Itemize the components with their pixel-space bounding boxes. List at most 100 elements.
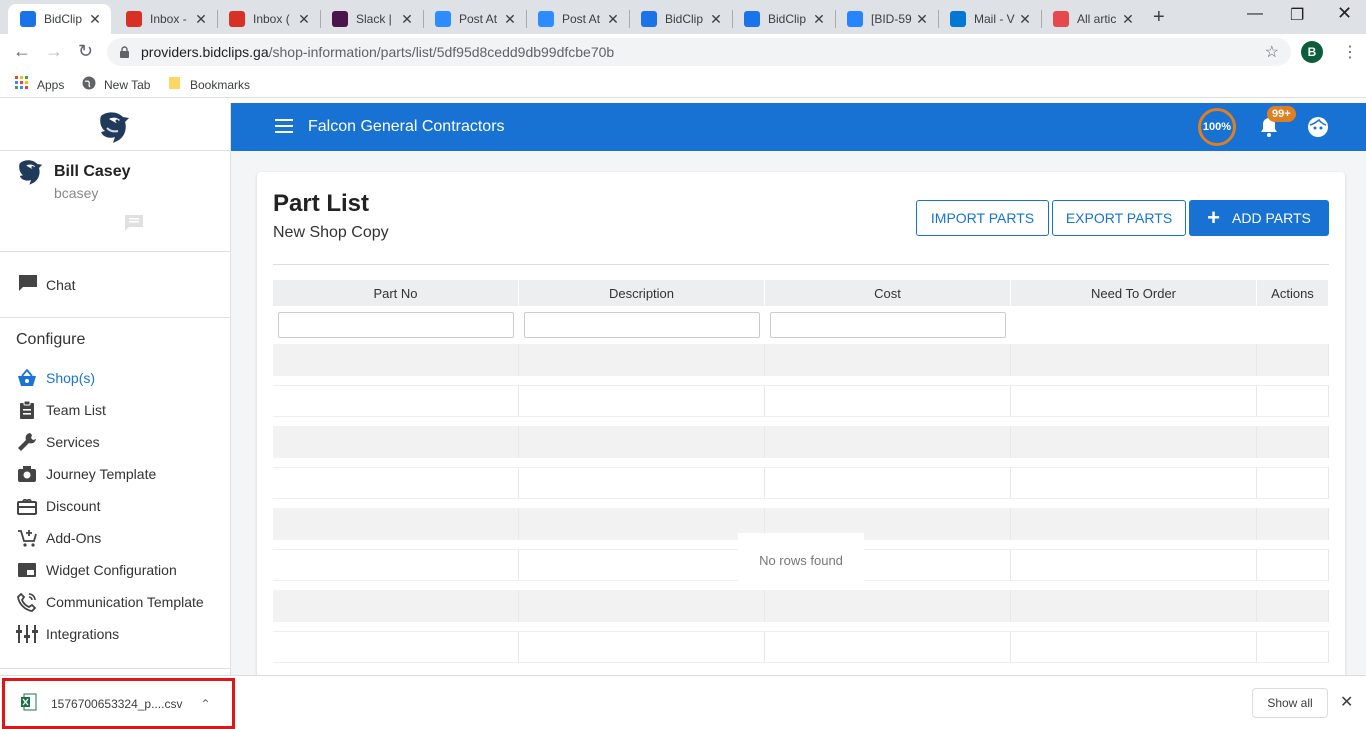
browser-tab[interactable]: All artic ✕	[1041, 4, 1144, 34]
browser-tab[interactable]: Slack | ✕	[320, 4, 423, 34]
cost-filter-input[interactable]	[770, 312, 1006, 338]
tab-label: All artic	[1077, 12, 1117, 26]
table-row	[273, 426, 1329, 458]
tab-close-icon[interactable]: ✕	[1120, 11, 1136, 28]
forward-arrow-icon[interactable]: →	[45, 41, 63, 62]
column-header-cost[interactable]: Cost	[765, 280, 1011, 306]
apps-grid-icon	[15, 76, 29, 93]
hamburger-menu-icon[interactable]	[275, 119, 293, 138]
chat-icon	[18, 274, 38, 295]
tab-close-icon[interactable]: ✕	[399, 11, 415, 28]
tab-close-icon[interactable]: ✕	[193, 11, 209, 28]
profile-completion-ring[interactable]: 100%	[1198, 108, 1236, 146]
browser-tab[interactable]: [BID-59 ✕	[835, 4, 938, 34]
downloads-bar: 1576700653324_p....csv ⌃ Show all ✕	[0, 675, 1366, 729]
sidebar-item-journey-template[interactable]: Journey Template	[0, 458, 230, 490]
address-bar[interactable]: providers.bidclips.ga/shop-information/p…	[107, 38, 1291, 66]
excel-file-icon	[21, 693, 37, 714]
sidebar-item-chat[interactable]: Chat	[0, 252, 230, 318]
grid-filter-row	[273, 306, 1329, 344]
export-parts-button[interactable]: EXPORT PARTS	[1052, 200, 1186, 236]
outlook-icon	[950, 11, 966, 27]
avatar[interactable]	[15, 157, 47, 192]
tab-label: Inbox (	[253, 12, 290, 26]
chevron-up-icon[interactable]: ⌃	[200, 697, 210, 711]
browser-tab[interactable]: Mail - V ✕	[938, 4, 1041, 34]
tab-close-icon[interactable]: ✕	[87, 11, 103, 28]
tab-close-icon[interactable]: ✕	[296, 11, 312, 28]
table-row	[273, 344, 1329, 376]
widget-icon	[16, 559, 38, 581]
close-icon[interactable]: ✕	[1340, 692, 1353, 712]
tab-close-icon[interactable]: ✕	[1017, 11, 1033, 28]
sidebar-item-label: Communication Template	[46, 594, 204, 610]
new-tab-button[interactable]: +	[1153, 6, 1165, 29]
sidebar-item-widget-configuration[interactable]: Widget Configuration	[0, 554, 230, 586]
gmail-icon	[229, 11, 245, 27]
tab-close-icon[interactable]: ✕	[914, 11, 930, 28]
tab-close-icon[interactable]: ✕	[708, 11, 724, 28]
sidebar-item-label: Chat	[46, 276, 76, 293]
account-face-icon[interactable]	[1307, 116, 1329, 143]
plus-icon: +	[1207, 205, 1220, 230]
sidebar-item-communication-template[interactable]: Communication Template	[0, 586, 230, 618]
browser-tab[interactable]: Post At ✕	[526, 4, 629, 34]
show-all-downloads-button[interactable]: Show all	[1252, 688, 1328, 718]
bookmark-folder[interactable]: Bookmarks	[168, 76, 250, 93]
app-logo[interactable]	[0, 103, 230, 151]
zoom-icon	[435, 11, 451, 27]
sidebar-item-shops[interactable]: Shop(s)	[0, 362, 230, 394]
bookmark-label: Bookmarks	[190, 77, 251, 92]
sidebar-item-integrations[interactable]: Integrations	[0, 618, 230, 650]
sidebar-item-label: Shop(s)	[46, 370, 96, 386]
sidebar-item-add-ons[interactable]: Add-Ons	[0, 522, 230, 554]
column-header-part-no[interactable]: Part No	[273, 280, 519, 306]
sidebar-item-services[interactable]: Services	[0, 426, 230, 458]
browser-toolbar: ← → ↻ providers.bidclips.ga/shop-informa…	[0, 34, 1366, 70]
divider	[273, 264, 1329, 265]
cart-plus-icon	[16, 527, 38, 549]
app-header: Falcon General Contractors 100% 99+	[231, 103, 1366, 151]
tab-label: Inbox -	[150, 12, 187, 26]
browser-tab[interactable]: Inbox ( ✕	[217, 4, 320, 34]
column-header-description[interactable]: Description	[519, 280, 765, 306]
company-name: Falcon General Contractors	[308, 118, 505, 135]
browser-tab[interactable]: BidClip ✕	[629, 4, 732, 34]
message-icon[interactable]	[123, 213, 145, 238]
window-close-button[interactable]: ✕	[1337, 3, 1352, 24]
sidebar-item-team-list[interactable]: Team List	[0, 394, 230, 426]
zoom-icon	[538, 11, 554, 27]
sidebar-item-label: Discount	[46, 498, 101, 514]
maximize-button[interactable]: ❐	[1290, 5, 1304, 25]
sidebar-item-label: Services	[46, 434, 100, 450]
import-parts-button[interactable]: IMPORT PARTS	[916, 200, 1049, 236]
bookmark-new-tab[interactable]: New Tab	[82, 76, 150, 93]
download-item[interactable]: 1576700653324_p....csv ⌃	[2, 678, 235, 729]
tab-close-icon[interactable]: ✕	[811, 11, 827, 28]
sidebar: Bill Casey bcasey Chat Configure Shop(s)…	[0, 103, 231, 675]
tab-close-icon[interactable]: ✕	[502, 11, 518, 28]
reload-icon[interactable]: ↻	[78, 41, 93, 62]
tab-label: BidClip	[768, 12, 807, 26]
sidebar-item-discount[interactable]: Discount	[0, 490, 230, 522]
browser-tab[interactable]: BidClip ✕	[732, 4, 835, 34]
add-parts-button[interactable]: + ADD PARTS	[1189, 200, 1329, 236]
browser-tab[interactable]: Post At ✕	[423, 4, 526, 34]
bookmark-star-icon[interactable]: ☆	[1265, 42, 1279, 62]
description-filter-input[interactable]	[524, 312, 760, 338]
part-no-filter-input[interactable]	[278, 312, 514, 338]
table-row	[273, 631, 1329, 663]
browser-tab[interactable]: BidClip ✕	[8, 4, 111, 34]
add-parts-label: ADD PARTS	[1232, 210, 1311, 226]
profile-avatar[interactable]: B	[1301, 41, 1323, 63]
column-header-need-to-order[interactable]: Need To Order	[1011, 280, 1257, 306]
bookmark-apps[interactable]: Apps	[15, 76, 64, 93]
tab-close-icon[interactable]: ✕	[605, 11, 621, 28]
browser-tab-strip: + — ❐ ✕ BidClip ✕ Inbox - ✕ Inbox (✕ Slack | …	[0, 0, 1366, 34]
wrench-icon	[16, 431, 38, 453]
table-row	[273, 467, 1329, 499]
browser-menu-icon[interactable]: ⋮	[1342, 42, 1358, 62]
minimize-button[interactable]: —	[1247, 5, 1263, 23]
back-arrow-icon[interactable]: ←	[13, 41, 31, 62]
browser-tab[interactable]: Inbox - ✕	[114, 4, 217, 34]
